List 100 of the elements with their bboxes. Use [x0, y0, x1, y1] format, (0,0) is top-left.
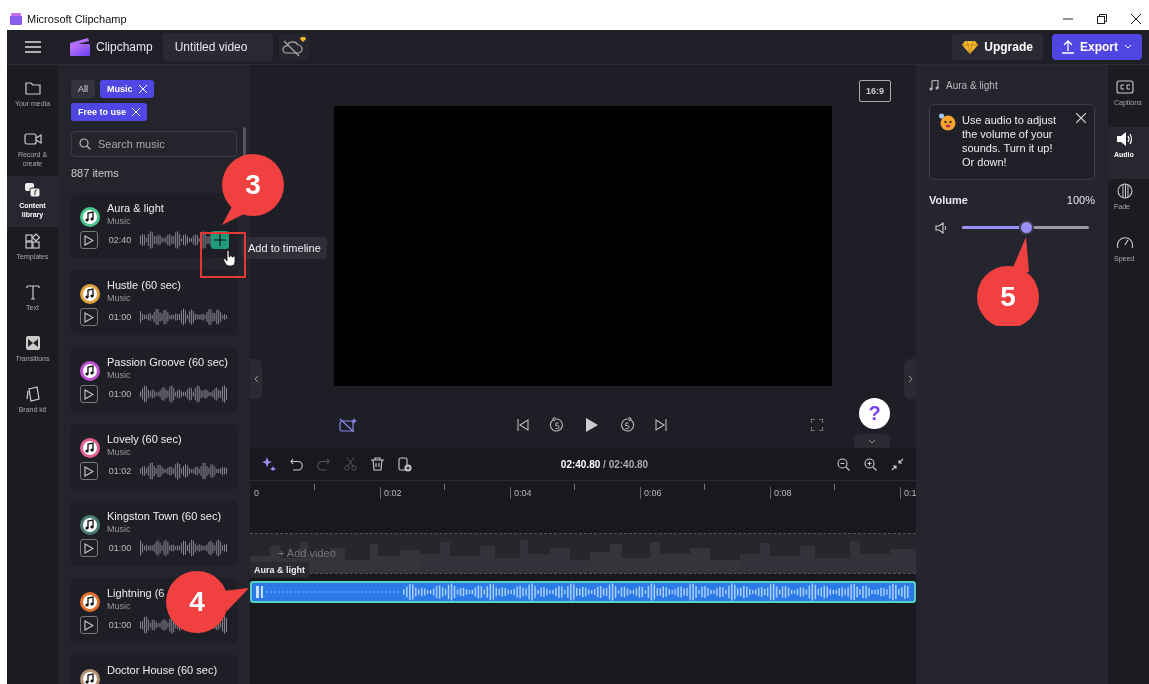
restore-icon[interactable] — [1097, 14, 1107, 24]
text-icon — [23, 284, 42, 300]
transitions-icon — [23, 335, 42, 351]
rewind-five-icon[interactable] — [549, 417, 565, 433]
music-note-icon — [80, 284, 100, 304]
close-icon — [138, 85, 147, 93]
track-type: Music — [107, 216, 132, 226]
audio-clip[interactable] — [250, 581, 916, 603]
track-card[interactable]: Kingston Town (60 sec) Music 01:00 — [71, 501, 237, 566]
collapse-handle[interactable] — [250, 359, 262, 399]
project-title-field[interactable]: Untitled video — [162, 33, 273, 61]
track-duration: 01:02 — [108, 466, 133, 476]
filter-chip[interactable]: Free to use — [71, 103, 147, 121]
track-duration: 01:00 — [108, 389, 133, 399]
play-button[interactable] — [80, 539, 98, 557]
emoji-icon — [938, 113, 956, 131]
music-note-icon — [80, 438, 100, 458]
playhead-time: 02:40.80 / 02:40.80 — [559, 458, 650, 470]
play-button[interactable] — [80, 308, 98, 326]
tooltip: Add to timeline — [242, 237, 327, 259]
add-media-icon[interactable] — [398, 456, 412, 472]
app-name: Clipchamp — [96, 40, 153, 54]
skip-back-icon[interactable] — [517, 419, 529, 431]
track-duration: 02:40 — [108, 235, 133, 245]
track-duration: 01:00 — [108, 543, 133, 553]
chevron-down-icon — [868, 438, 876, 444]
ruler-label: 0 — [253, 487, 259, 499]
play-icon — [83, 619, 94, 631]
music-note-icon — [80, 669, 100, 684]
undo-icon[interactable] — [290, 457, 303, 471]
callout-tooltip: 5 — [973, 236, 1063, 326]
track-card[interactable]: Passion Groove (60 sec) Music 01:00 — [71, 347, 237, 412]
cloud-off-icon[interactable] — [280, 36, 307, 58]
filter-chip[interactable]: Music — [100, 80, 154, 98]
zoom-in-icon[interactable] — [864, 457, 877, 471]
speaker-icon — [935, 221, 949, 234]
play-icon — [83, 542, 94, 554]
play-button[interactable] — [80, 385, 98, 403]
aspect-ratio-button[interactable]: 16:9 — [859, 80, 891, 102]
ruler-label: 0:08 — [770, 487, 792, 499]
ruler-label: 0:02 — [380, 487, 402, 499]
window-title: Microsoft Clipchamp — [27, 13, 128, 25]
search-field[interactable]: Search music — [71, 131, 237, 157]
templates-icon — [23, 233, 42, 249]
export-button[interactable]: Export — [1052, 34, 1142, 60]
menu-icon[interactable] — [25, 41, 41, 53]
help-button[interactable]: ? — [859, 398, 890, 429]
play-icon — [83, 311, 94, 323]
track-duration: 01:00 — [108, 620, 133, 630]
track-title: Lovely (60 sec) — [107, 433, 182, 445]
music-note-icon — [80, 361, 100, 381]
hand-cursor-icon — [223, 250, 236, 267]
track-type: Music — [107, 447, 132, 457]
play-icon[interactable] — [585, 417, 599, 433]
search-icon — [79, 138, 91, 150]
track-type: Music — [107, 524, 132, 534]
filter-chip[interactable]: All — [71, 80, 95, 98]
camera-off-sparkle-icon[interactable] — [339, 417, 357, 433]
track-title: Doctor House (60 sec) — [107, 664, 218, 676]
fullscreen-icon[interactable] — [811, 419, 823, 431]
track-card[interactable]: Lovely (60 sec) Music 01:02 — [71, 424, 237, 489]
track-card[interactable]: Hustle (60 sec) Music 01:00 — [71, 270, 237, 335]
upgrade-button[interactable]: Upgrade — [952, 34, 1043, 60]
track-card[interactable]: Doctor House (60 sec) — [71, 655, 237, 684]
item-count: 887 items — [71, 167, 120, 179]
play-button[interactable] — [80, 231, 98, 249]
fade-icon — [1116, 183, 1134, 199]
ruler-label: 0:04 — [510, 487, 532, 499]
expand-handle[interactable] — [904, 359, 916, 399]
gem-icon — [962, 40, 979, 54]
play-icon — [83, 234, 94, 246]
music-note-icon — [80, 592, 100, 612]
trash-icon[interactable] — [371, 457, 384, 471]
folder-icon — [23, 80, 42, 96]
music-note-icon — [80, 207, 100, 227]
track-title: Hustle (60 sec) — [107, 279, 181, 291]
track-card[interactable]: Aura & light Music 02:40 — [71, 193, 237, 258]
speaker-icon — [1116, 131, 1134, 147]
play-button[interactable] — [80, 616, 98, 634]
tip-text: Use audio to adjust the volume of your sounds. Turn it up! Or down! — [962, 113, 1058, 169]
play-button[interactable] — [80, 462, 98, 480]
slider-thumb[interactable] — [1018, 220, 1034, 235]
close-icon[interactable] — [1131, 14, 1141, 24]
play-icon — [83, 388, 94, 400]
close-icon — [132, 108, 140, 116]
fit-icon[interactable] — [891, 457, 904, 471]
speedometer-icon — [1116, 235, 1134, 251]
music-note-icon — [929, 80, 939, 91]
track-type: Music — [106, 370, 132, 380]
sparkle-icon[interactable] — [262, 457, 276, 471]
music-note-icon — [80, 515, 100, 535]
library-icon — [23, 182, 42, 198]
upload-icon — [1062, 40, 1074, 54]
camera-icon — [23, 131, 42, 147]
zoom-out-icon[interactable] — [837, 457, 850, 471]
play-icon — [83, 465, 94, 477]
plus-icon — [214, 234, 226, 246]
caret-icon — [1124, 44, 1132, 50]
skip-forward-icon[interactable] — [655, 419, 667, 431]
forward-five-icon[interactable] — [619, 417, 635, 433]
